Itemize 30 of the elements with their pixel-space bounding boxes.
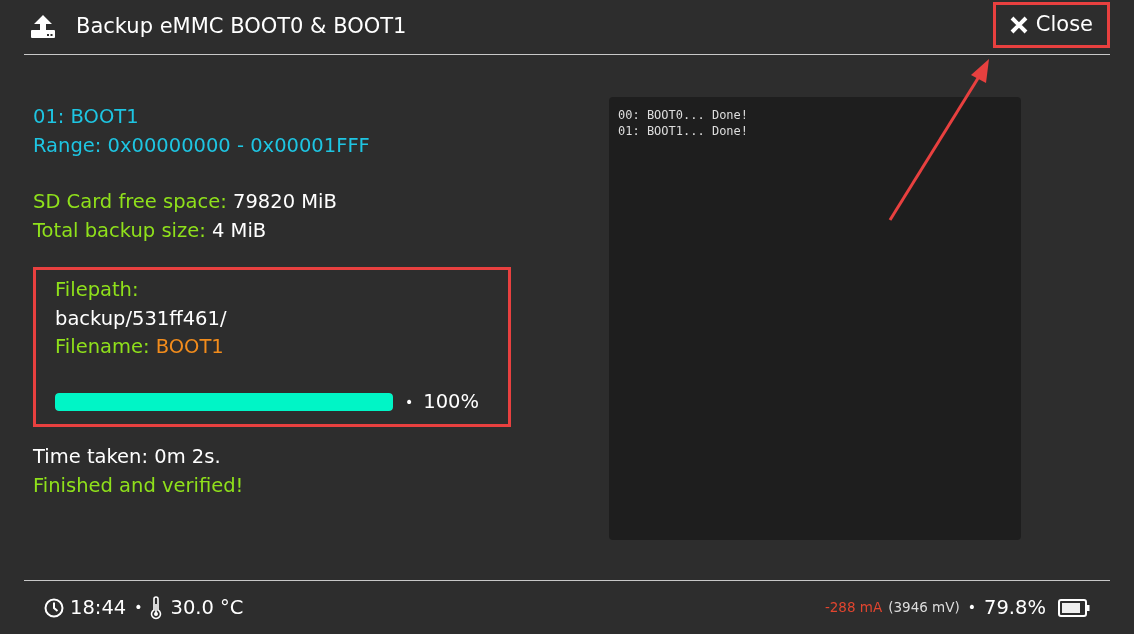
space-value: 79820 MiB	[233, 190, 337, 213]
space-value: 4 MiB	[212, 218, 267, 242]
battery-percent: 79.8%	[984, 594, 1046, 621]
partition-name: 01: BOOT1	[33, 104, 140, 130]
battery-icon	[1058, 598, 1090, 617]
time-taken: Time taken: 0m 2s.	[33, 444, 222, 470]
progress-percent: 100%	[423, 388, 479, 415]
partition-range: Range: 0x00000000 - 0x00001FFF	[33, 132, 371, 159]
log-line: 01: BOOT1... Done!	[618, 123, 750, 139]
battery-current: -288 mA	[824, 598, 883, 618]
filename-value: BOOT1	[155, 335, 224, 358]
space-label: SD Card free space:	[33, 190, 227, 213]
clock-icon	[44, 597, 64, 618]
close-button[interactable]: Close	[992, 2, 1110, 48]
filepath-value: backup/531ff461/	[55, 305, 228, 332]
window-title: Backup eMMC BOOT0 & BOOT1	[76, 13, 407, 41]
log-line: 00: BOOT0... Done!	[618, 107, 750, 123]
filename-label: Filename:	[55, 335, 150, 358]
upload-icon	[30, 15, 56, 39]
filepath-label: Filepath:	[55, 277, 140, 303]
separator-dot: •	[134, 598, 143, 617]
status-message: Finished and verified!	[33, 472, 245, 499]
separator-dot: •	[405, 392, 414, 412]
temperature: 30.0 °C	[170, 594, 244, 621]
battery-voltage: (3946 mV)	[888, 598, 960, 618]
thermometer-icon	[150, 595, 163, 620]
space-label: Total backup size:	[33, 218, 206, 242]
clock-time: 18:44	[70, 594, 127, 621]
separator-dot: •	[967, 598, 977, 617]
close-icon	[1009, 16, 1028, 34]
